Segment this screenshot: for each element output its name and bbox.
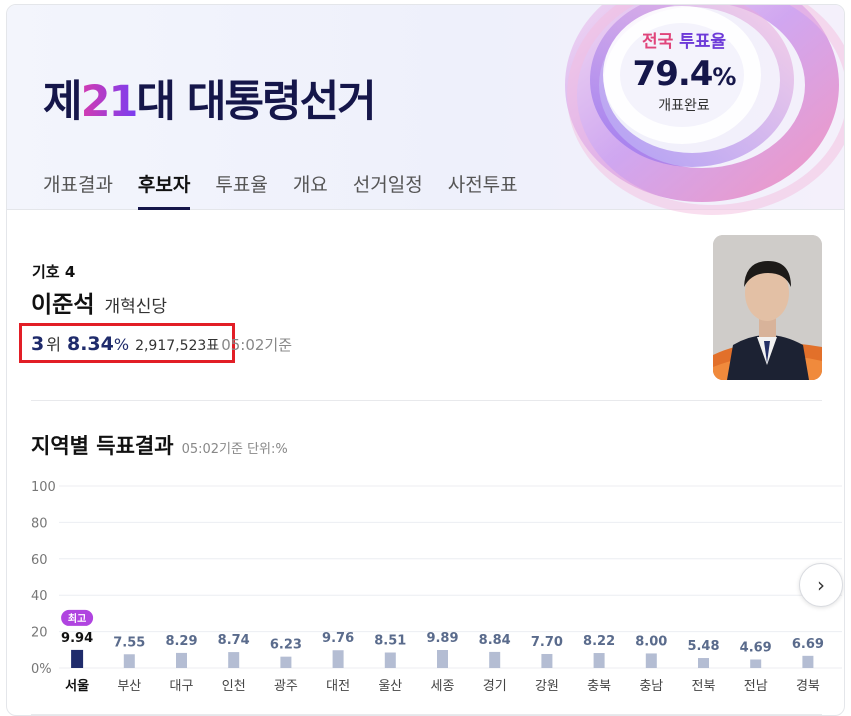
candidate-rank: 3	[31, 333, 45, 355]
page-title: 제21대 대통령선거	[43, 67, 377, 129]
election-header: 제21대 대통령선거 전국 투표율 79.4% 개표완료 개표결과 후보자 투표…	[7, 5, 844, 215]
category-label: 광주	[274, 679, 298, 694]
turnout-label-national: 전국	[641, 32, 674, 52]
candidate-vote-count: 2,917,523표	[135, 338, 220, 354]
category-label: 서울	[65, 678, 89, 694]
data-label: 8.51	[374, 634, 406, 649]
chart-bar	[176, 652, 187, 668]
chart-bar	[123, 654, 135, 668]
chart-bar	[698, 658, 709, 668]
candidate-photo[interactable]	[713, 235, 822, 380]
tab-schedule[interactable]: 선거일정	[353, 155, 423, 210]
chart-bar	[280, 656, 292, 668]
tab-bar: 개표결과 후보자 투표율 개요 선거일정 사전투표	[43, 155, 543, 210]
y-tick-label: 40	[31, 589, 48, 604]
title-prefix: 제	[43, 77, 83, 127]
category-label: 인천	[222, 679, 246, 694]
data-label: 5.48	[687, 639, 719, 654]
data-label: 6.69	[792, 637, 824, 652]
chart-bar	[489, 651, 501, 668]
turnout-number: 79.4	[632, 54, 714, 94]
turnout-value: 79.4%	[619, 54, 749, 94]
category-label: 경북	[796, 679, 820, 694]
tab-candidates[interactable]: 후보자	[137, 155, 191, 210]
y-tick-label: 60	[31, 553, 48, 568]
tab-early-voting[interactable]: 사전투표	[448, 155, 518, 210]
candidate-name[interactable]: 이준석	[31, 285, 94, 319]
y-tick-label: 0%	[31, 662, 52, 677]
category-label: 강원	[535, 679, 559, 694]
tab-turnout[interactable]: 투표율	[215, 155, 267, 210]
data-label: 7.70	[531, 635, 563, 650]
chart-bar	[437, 650, 448, 668]
chart-next-button[interactable]: ›	[799, 563, 843, 607]
data-label: 9.76	[322, 631, 354, 646]
data-label: 7.55	[113, 635, 145, 650]
section-divider	[31, 400, 822, 401]
data-label: 8.84	[479, 633, 511, 648]
candidate-vote-rate: 8.34	[66, 333, 114, 355]
title-number: 21	[80, 77, 139, 127]
category-label: 충남	[639, 679, 663, 694]
regional-title: 지역별 득표결과	[31, 434, 174, 458]
title-suffix: 대 대통령선거	[136, 77, 376, 127]
y-tick-label: 20	[31, 626, 48, 641]
data-label: 8.29	[165, 634, 197, 649]
category-label: 충북	[587, 679, 611, 694]
regional-title-row: 지역별 득표결과 05:02기준 단위:%	[31, 430, 288, 460]
chart-bar	[71, 649, 84, 668]
data-label: 8.22	[583, 634, 615, 649]
candidate-number: 기호 4	[32, 263, 76, 281]
chart-bar	[802, 655, 814, 668]
candidate-portrait	[713, 235, 822, 380]
data-label: 9.94	[61, 631, 93, 646]
y-tick-label: 100	[31, 480, 56, 495]
chart-bar	[593, 653, 605, 668]
data-label: 6.23	[270, 638, 302, 653]
candidate-result: 3 위 8.34% 2,917,523표 05:02기준	[31, 331, 292, 355]
bottom-divider	[31, 714, 822, 715]
vote-rate-unit: %	[113, 335, 130, 354]
category-label: 경기	[483, 679, 507, 694]
data-label: 8.74	[218, 633, 250, 648]
category-label: 부산	[117, 679, 141, 694]
category-label: 대전	[326, 679, 350, 694]
category-label: 전남	[744, 679, 768, 694]
data-label: 8.00	[635, 634, 667, 649]
election-card: 제21대 대통령선거 전국 투표율 79.4% 개표완료 개표결과 후보자 투표…	[6, 4, 845, 716]
chart-bar	[332, 650, 344, 668]
candidate-party: 개혁신당	[104, 297, 168, 317]
rank-unit: 위	[46, 335, 61, 354]
chart-bar	[228, 652, 240, 668]
turnout-unit: %	[712, 63, 736, 91]
category-label: 대구	[170, 679, 194, 694]
y-tick-label: 80	[31, 516, 48, 531]
chart-bar	[384, 652, 396, 668]
turnout-label: 전국 투표율	[619, 27, 749, 52]
chart-bar	[750, 659, 762, 668]
turnout-label-rate: 투표율	[679, 32, 727, 52]
turnout-status: 개표완료	[658, 98, 710, 114]
highest-badge-label: 최고	[68, 612, 86, 625]
chart-bar	[541, 653, 553, 668]
tab-count-results[interactable]: 개표결과	[43, 155, 113, 210]
data-label: 9.89	[426, 631, 458, 646]
chevron-right-icon: ›	[817, 573, 825, 597]
category-label: 울산	[378, 679, 402, 694]
result-time-reference: 05:02기준	[221, 336, 293, 354]
regional-subtitle: 05:02기준 단위:%	[181, 442, 288, 457]
candidate-name-row: 이준석 개혁신당	[31, 285, 167, 319]
national-turnout: 전국 투표율 79.4% 개표완료	[619, 27, 749, 115]
tab-overview[interactable]: 개요	[293, 155, 328, 210]
category-label: 전북	[692, 679, 716, 694]
regional-vote-chart: 100 80 60 40 20 0% 9.94 서울 최고 7.55 부산 8.29 대구 8.74 인천 6…	[31, 480, 842, 694]
chart-bar	[645, 653, 657, 668]
data-label: 4.69	[740, 640, 772, 655]
category-label: 세종	[431, 679, 455, 694]
